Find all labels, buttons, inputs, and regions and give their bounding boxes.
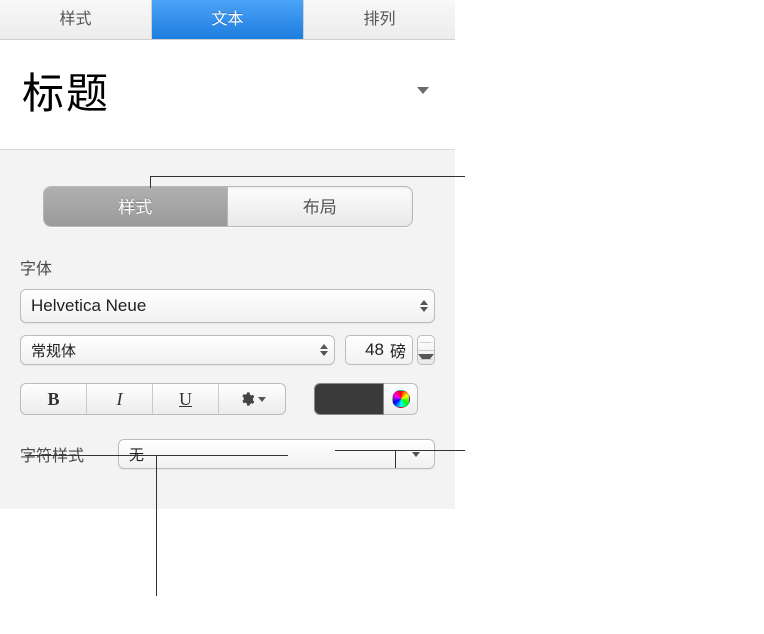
subtab-layout[interactable]: 布局 [228, 187, 412, 226]
paragraph-style-selector[interactable]: 标题 [0, 40, 455, 150]
callout-line [150, 176, 465, 188]
chevron-down-icon [417, 87, 429, 94]
paragraph-style-title: 标题 [22, 60, 110, 121]
tab-arrange[interactable]: 排列 [304, 0, 455, 39]
bold-button[interactable]: B [21, 384, 87, 414]
text-style-button-group: B I U [20, 383, 286, 415]
font-size-step-up[interactable] [418, 336, 434, 351]
advanced-options-button[interactable] [219, 384, 285, 414]
text-color-swatch[interactable] [314, 383, 384, 415]
font-weight-value: 常规体 [31, 340, 76, 361]
font-weight-dropdown[interactable]: 常规体 [20, 335, 335, 365]
italic-icon: I [117, 389, 123, 410]
callout-line [335, 450, 465, 451]
font-size-unit: 磅 [388, 338, 412, 362]
tab-style[interactable]: 样式 [0, 0, 152, 39]
updown-icon [420, 300, 428, 312]
font-family-value: Helvetica Neue [31, 296, 146, 316]
italic-button[interactable]: I [87, 384, 153, 414]
font-family-dropdown[interactable]: Helvetica Neue [20, 289, 435, 323]
subtab-style[interactable]: 样式 [44, 187, 229, 226]
font-size-field[interactable]: 48 磅 [345, 335, 413, 365]
updown-icon [320, 344, 328, 356]
tab-text[interactable]: 文本 [152, 0, 304, 39]
color-picker-button[interactable] [384, 383, 418, 415]
color-wheel-icon [392, 390, 410, 408]
inspector-tabs: 样式 文本 排列 [0, 0, 455, 40]
gear-icon [239, 391, 255, 407]
font-size-stepper [417, 335, 435, 365]
character-style-label: 字符样式 [20, 442, 84, 466]
chevron-down-icon [412, 452, 420, 457]
underline-button[interactable]: U [153, 384, 219, 414]
text-subtabs: 样式 布局 [43, 186, 413, 227]
chevron-down-icon [258, 397, 266, 402]
font-section-label: 字体 [20, 255, 435, 279]
underline-icon: U [179, 389, 192, 410]
callout-line [156, 456, 157, 596]
bold-icon: B [47, 389, 59, 410]
character-style-value: 无 [129, 444, 144, 465]
callout-line [395, 450, 396, 468]
character-style-dropdown[interactable]: 无 [118, 439, 435, 469]
chevron-up-icon [418, 342, 434, 343]
font-size-value: 48 [346, 340, 388, 360]
chevron-down-icon [418, 354, 434, 360]
font-size-step-down[interactable] [418, 351, 434, 365]
